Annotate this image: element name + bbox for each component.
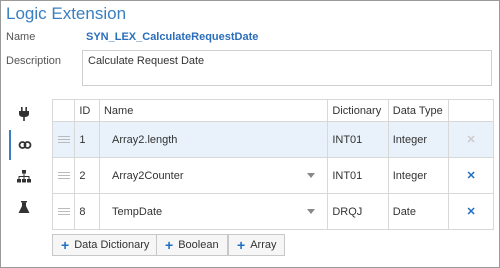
drag-handle-icon[interactable] bbox=[51, 193, 76, 230]
variables-table: ID Name Dictionary Data Type 1 Array2.le… bbox=[51, 99, 494, 230]
plus-icon: + bbox=[237, 237, 246, 253]
dictionary-column-header[interactable]: Dictionary bbox=[327, 99, 389, 122]
hierarchy-button[interactable] bbox=[9, 161, 39, 191]
drag-handle-icon[interactable] bbox=[51, 157, 76, 194]
row-name: Array2.length bbox=[111, 133, 178, 146]
row-data-type: Integer bbox=[387, 121, 450, 158]
row-dictionary: DRQJ bbox=[327, 193, 389, 230]
row-data-type: Date bbox=[387, 193, 450, 230]
plus-icon: + bbox=[165, 237, 174, 253]
drag-handle-icon[interactable] bbox=[51, 121, 76, 158]
logic-extension-panel: Logic Extension Name SYN_LEX_CalculateRe… bbox=[0, 0, 500, 268]
caret-down-icon[interactable] bbox=[307, 209, 316, 214]
data-type-column-header[interactable]: Data Type bbox=[387, 99, 450, 122]
caret-down-icon[interactable] bbox=[307, 173, 316, 178]
drag-column-header bbox=[51, 99, 76, 122]
page-title: Logic Extension bbox=[6, 4, 127, 23]
plug-button[interactable] bbox=[9, 99, 39, 129]
flask-button[interactable] bbox=[9, 192, 39, 222]
row-dictionary: INT01 bbox=[327, 121, 389, 158]
delete-disabled-icon: ✕ bbox=[448, 121, 494, 158]
row-id: 1 bbox=[74, 121, 100, 158]
add-array-button[interactable]: + Array bbox=[228, 234, 286, 256]
table-header-row: ID Name Dictionary Data Type bbox=[51, 99, 494, 122]
link-button[interactable] bbox=[9, 130, 39, 160]
delete-icon[interactable]: ✕ bbox=[448, 157, 494, 194]
name-value: SYN_LEX_CalculateRequestDate bbox=[86, 31, 259, 43]
row-dictionary: INT01 bbox=[327, 157, 389, 194]
description-label: Description bbox=[6, 55, 62, 67]
description-field[interactable]: Calculate Request Date bbox=[82, 50, 492, 86]
link-icon bbox=[18, 141, 32, 149]
row-name-dropdown[interactable]: TempDate bbox=[98, 193, 329, 230]
button-label: Array bbox=[250, 239, 277, 251]
add-boolean-button[interactable]: + Boolean bbox=[156, 234, 228, 256]
table-row[interactable]: 8 TempDate DRQJ Date ✕ bbox=[51, 193, 494, 230]
flask-icon bbox=[18, 200, 30, 213]
button-label: Boolean bbox=[178, 239, 219, 251]
id-column-header[interactable]: ID bbox=[74, 99, 100, 122]
row-name: TempDate bbox=[111, 205, 163, 218]
delete-icon[interactable]: ✕ bbox=[448, 193, 494, 230]
row-data-type: Integer bbox=[387, 157, 450, 194]
table-row[interactable]: 1 Array2.length INT01 Integer ✕ bbox=[51, 121, 494, 158]
row-name-dropdown[interactable]: Array2Counter bbox=[98, 157, 329, 194]
actions-column-header bbox=[448, 99, 494, 122]
row-id: 2 bbox=[74, 157, 100, 194]
table-row[interactable]: 2 Array2Counter INT01 Integer ✕ bbox=[51, 157, 494, 194]
name-column-header[interactable]: Name bbox=[98, 99, 329, 122]
button-label: Data Dictionary bbox=[74, 239, 150, 251]
hierarchy-icon bbox=[17, 169, 31, 182]
plug-icon bbox=[19, 107, 29, 121]
add-data-dictionary-button[interactable]: + Data Dictionary bbox=[52, 234, 159, 256]
row-name: Array2Counter bbox=[111, 169, 184, 182]
plus-icon: + bbox=[61, 237, 70, 253]
row-name-cell[interactable]: Array2.length bbox=[98, 121, 329, 158]
row-id: 8 bbox=[74, 193, 100, 230]
name-label: Name bbox=[6, 31, 36, 43]
